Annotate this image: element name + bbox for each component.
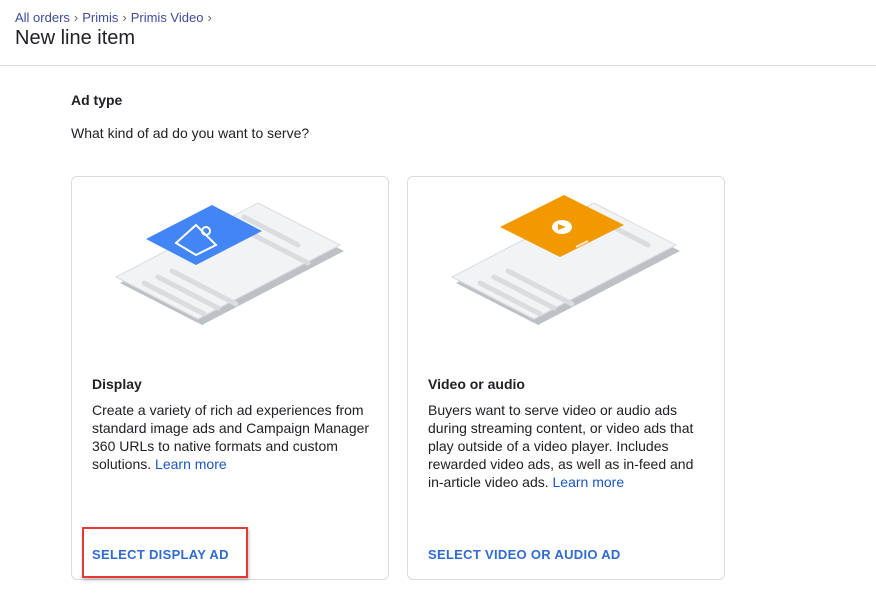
chevron-right-icon: › (73, 10, 79, 25)
page: All orders › Primis › Primis Video › New… (0, 0, 876, 609)
display-card-description: Create a variety of rich ad experiences … (92, 401, 376, 473)
select-display-ad-button[interactable]: SELECT DISPLAY AD (92, 547, 229, 562)
video-learn-more-link[interactable]: Learn more (553, 474, 625, 490)
video-card-title: Video or audio (428, 376, 525, 392)
breadcrumb-all-orders[interactable]: All orders (15, 10, 70, 25)
select-video-audio-ad-button[interactable]: SELECT VIDEO OR AUDIO AD (428, 547, 621, 562)
breadcrumb-primis[interactable]: Primis (82, 10, 118, 25)
section-question: What kind of ad do you want to serve? (71, 125, 310, 141)
display-card-description-text: Create a variety of rich ad experiences … (92, 402, 370, 472)
video-illustration (450, 195, 680, 325)
display-ad-card[interactable]: Display Create a variety of rich ad expe… (71, 176, 389, 580)
breadcrumb-primis-video[interactable]: Primis Video (131, 10, 204, 25)
display-illustration (114, 202, 344, 325)
header: All orders › Primis › Primis Video › New… (0, 0, 876, 66)
display-learn-more-link[interactable]: Learn more (155, 456, 227, 472)
play-icon (552, 220, 572, 234)
chevron-right-icon: › (122, 10, 127, 25)
section-title: Ad type (71, 92, 123, 108)
display-card-title: Display (92, 376, 142, 392)
chevron-right-icon: › (207, 10, 212, 25)
video-card-description: Buyers want to serve video or audio ads … (428, 401, 712, 491)
page-title: New line item (15, 27, 136, 49)
breadcrumb: All orders › Primis › Primis Video › (15, 10, 216, 25)
video-audio-ad-card[interactable]: Video or audio Buyers want to serve vide… (407, 176, 725, 580)
